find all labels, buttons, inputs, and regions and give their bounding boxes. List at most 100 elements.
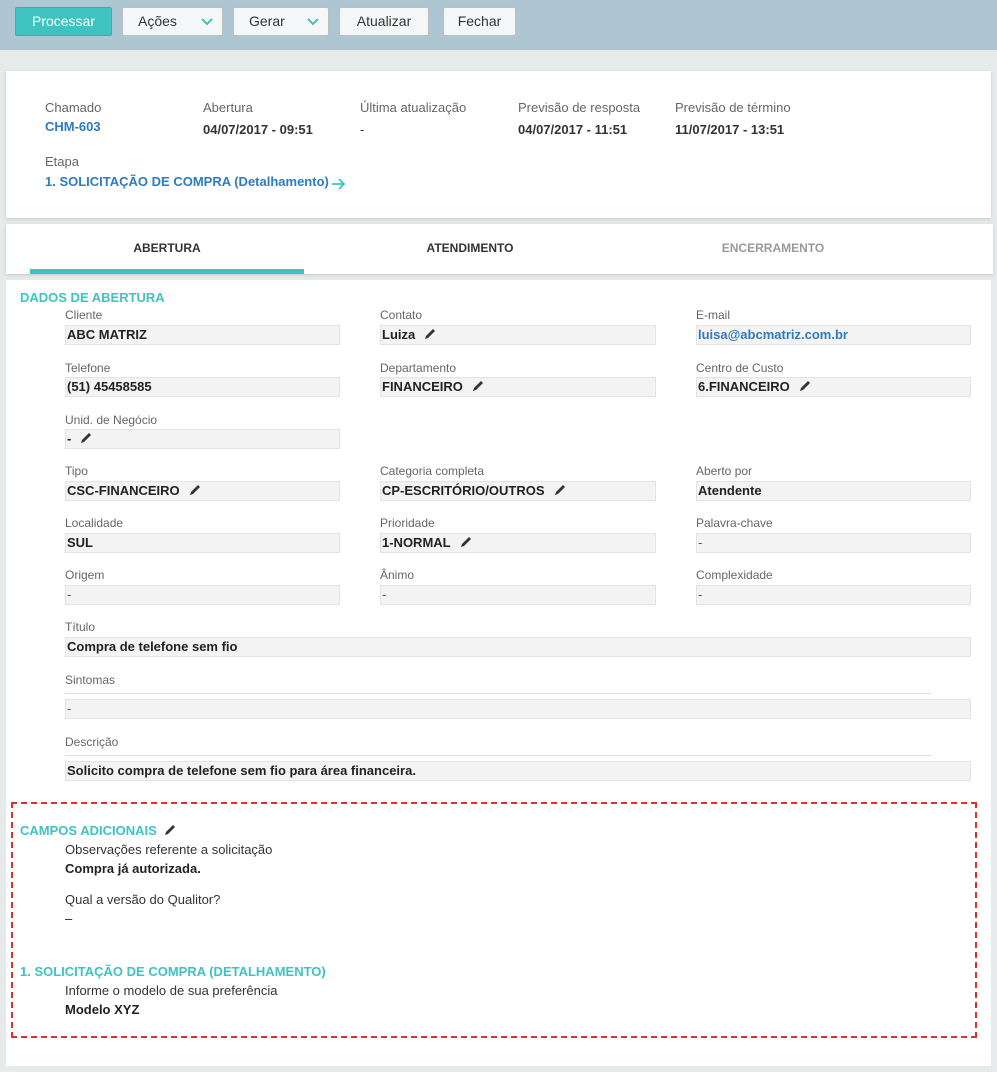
fechar-button[interactable]: Fechar [443,7,516,36]
departamento-value: FINANCEIRO [382,379,463,394]
prioridade-field: 1-NORMAL [380,533,656,553]
palavra-chave-label: Palavra-chave [696,516,773,530]
pencil-icon[interactable] [80,431,93,444]
email-label: E-mail [696,308,731,322]
pencil-icon[interactable] [424,327,437,340]
cliente-value: ABC MATRIZ [67,327,147,342]
chevron-down-icon [201,18,213,26]
fechar-label: Fechar [457,13,502,29]
titulo-value: Compra de telefone sem fio [67,639,238,654]
aberto-por-field: Atendente [696,481,971,501]
complexidade-value: - [698,587,703,602]
ultima-atualizacao-label: Última atualização [360,100,467,115]
pencil-icon[interactable] [460,535,473,548]
localidade-label: Localidade [65,516,124,530]
titulo-label: Título [65,620,96,634]
centro-custo-value: 6.FINANCEIRO [698,379,790,394]
descricao-field: Solicito compra de telefone sem fio para… [65,761,971,781]
previsao-termino-value: 11/07/2017 - 13:51 [675,122,785,137]
contato-value: Luiza [382,327,416,342]
origem-value: - [67,587,72,602]
gerar-label: Gerar [249,13,285,29]
abertura-label: Abertura [203,100,253,115]
modelo-value: Modelo XYZ [65,1002,140,1017]
descricao-value: Solicito compra de telefone sem fio para… [67,763,416,778]
modelo-label: Informe o modelo de sua preferência [65,983,278,998]
unid-negocio-field: - [65,429,340,449]
categoria-value: CP-ESCRITÓRIO/OUTROS [382,483,545,498]
cliente-field: ABC MATRIZ [65,325,340,345]
dados-abertura-title: DADOS DE ABERTURA [20,290,165,305]
origem-field: - [65,585,340,605]
abertura-panel: DADOS DE ABERTURA Cliente ABC MATRIZ Con… [6,280,991,1066]
campos-adicionais-title: CAMPOS ADICIONAIS [20,823,157,838]
localidade-value: SUL [67,535,93,550]
acoes-dropdown-button[interactable]: Ações [122,7,223,36]
sintomas-label: Sintomas [65,673,116,687]
origem-label: Origem [65,568,105,582]
email-field[interactable]: luisa@abcmatriz.com.br [696,325,971,345]
animo-value: - [382,587,387,602]
contato-label: Contato [380,308,423,322]
observacoes-value: Compra já autorizada. [65,861,201,876]
descricao-label: Descrição [65,735,119,749]
gerar-dropdown-button[interactable]: Gerar [233,7,329,36]
chamado-label: Chamado [45,100,102,115]
telefone-field: (51) 45458585 [65,377,340,397]
departamento-field: FINANCEIRO [380,377,656,397]
tab-atendimento[interactable]: ATENDIMENTO [333,224,607,274]
processar-button[interactable]: Processar [15,7,112,36]
cliente-label: Cliente [65,308,103,322]
complexidade-field: - [696,585,971,605]
prioridade-label: Prioridade [380,516,435,530]
versao-qualitor-value: – [65,911,73,926]
tipo-label: Tipo [65,464,88,478]
centro-custo-label: Centro de Custo [696,361,784,375]
tipo-field: CSC-FINANCEIRO [65,481,340,501]
categoria-field: CP-ESCRITÓRIO/OUTROS [380,481,656,501]
departamento-label: Departamento [380,361,457,375]
previsao-termino-label: Previsão de término [675,100,791,115]
arrow-right-icon[interactable] [331,177,346,191]
pencil-icon[interactable] [554,483,567,496]
contato-field: Luiza [380,325,656,345]
toolbar: Processar Ações Gerar Atualizar Fechar [0,0,997,50]
animo-field: - [380,585,656,605]
unid-negocio-value: - [67,431,72,446]
animo-label: Ânimo [380,568,415,582]
divider [65,755,931,756]
sintomas-value: - [67,701,72,716]
etapa-link[interactable]: 1. SOLICITAÇÃO DE COMPRA (Detalhamento) [45,174,329,189]
categoria-label: Categoria completa [380,464,485,478]
localidade-field: SUL [65,533,340,553]
email-value[interactable]: luisa@abcmatriz.com.br [698,327,848,342]
palavra-chave-value: - [698,535,703,550]
campos-adicionais-highlight: CAMPOS ADICIONAIS Observações referente … [11,802,977,1038]
prioridade-value: 1-NORMAL [382,535,451,550]
processar-label: Processar [31,13,96,29]
telefone-value: (51) 45458585 [67,379,152,394]
aberto-por-label: Aberto por [696,464,753,478]
etapa-section-title: 1. SOLICITAÇÃO DE COMPRA (DETALHAMENTO) [20,964,326,979]
pencil-icon[interactable] [189,483,202,496]
palavra-chave-field: - [696,533,971,553]
tab-encerramento[interactable]: ENCERRAMENTO [636,224,910,274]
pencil-icon[interactable] [164,823,177,836]
observacoes-label: Observações referente a solicitação [65,842,273,857]
pencil-icon[interactable] [799,379,812,392]
atualizar-label: Atualizar [356,13,412,29]
tab-abertura[interactable]: ABERTURA [30,224,304,274]
complexidade-label: Complexidade [696,568,773,582]
tipo-value: CSC-FINANCEIRO [67,483,180,498]
chamado-link[interactable]: CHM-603 [45,119,101,134]
pencil-icon[interactable] [472,379,485,392]
telefone-label: Telefone [65,361,111,375]
aberto-por-value: Atendente [698,483,762,498]
etapa-label: Etapa [45,154,79,169]
versao-qualitor-label: Qual a versão do Qualitor? [65,892,221,907]
abertura-value: 04/07/2017 - 09:51 [203,122,313,137]
tab-bar: ABERTURA ATENDIMENTO ENCERRAMENTO [6,224,993,274]
divider [65,693,931,694]
unid-negocio-label: Unid. de Negócio [65,413,158,427]
atualizar-button[interactable]: Atualizar [339,7,429,36]
